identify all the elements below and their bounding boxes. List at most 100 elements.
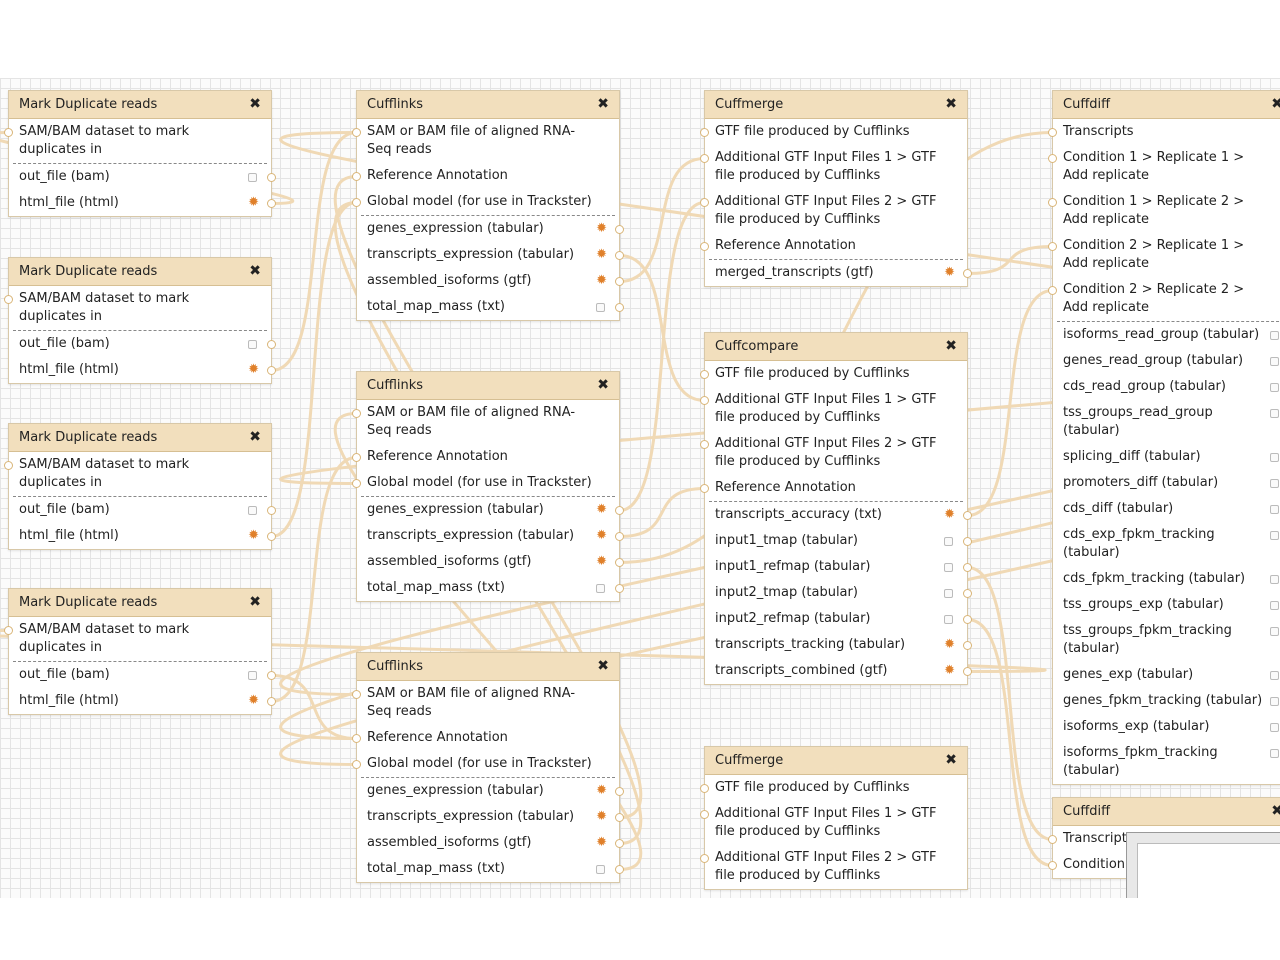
input-terminal-icon[interactable] <box>352 453 361 462</box>
workflow-output-checkbox-icon[interactable] <box>248 173 257 182</box>
input-terminal-icon[interactable] <box>700 198 709 207</box>
output-terminal-icon[interactable] <box>267 532 276 541</box>
workflow-output-checkbox-icon[interactable] <box>944 537 953 546</box>
output-terminal-icon[interactable] <box>963 615 972 624</box>
workflow-output-checkbox-icon[interactable] <box>1270 453 1279 462</box>
close-icon[interactable]: ✖ <box>597 91 609 118</box>
output-terminal-icon[interactable] <box>615 558 624 567</box>
overview-minimap[interactable] <box>1126 832 1280 898</box>
output-terminal-icon[interactable] <box>267 199 276 208</box>
workflow-output-star-icon[interactable]: ✹ <box>944 264 955 282</box>
output-terminal-icon[interactable] <box>963 563 972 572</box>
output-terminal-icon[interactable] <box>267 366 276 375</box>
input-terminal-icon[interactable] <box>1048 154 1057 163</box>
node-header[interactable]: Cuffmerge ✖ <box>705 747 967 775</box>
workflow-output-checkbox-icon[interactable] <box>248 340 257 349</box>
output-terminal-icon[interactable] <box>615 532 624 541</box>
workflow-output-star-icon[interactable]: ✹ <box>248 361 259 379</box>
input-terminal-icon[interactable] <box>1048 128 1057 137</box>
workflow-output-checkbox-icon[interactable] <box>1270 627 1279 636</box>
input-terminal-icon[interactable] <box>700 440 709 449</box>
workflow-output-checkbox-icon[interactable] <box>1270 409 1279 418</box>
workflow-output-star-icon[interactable]: ✹ <box>596 246 607 264</box>
output-terminal-icon[interactable] <box>615 303 624 312</box>
input-terminal-icon[interactable] <box>4 626 13 635</box>
node-cuffmerge[interactable]: Cuffmerge ✖ GTF file produced by Cufflinks… <box>700 90 972 287</box>
close-icon[interactable]: ✖ <box>597 653 609 680</box>
workflow-output-checkbox-icon[interactable] <box>596 584 605 593</box>
workflow-output-star-icon[interactable]: ✹ <box>596 782 607 800</box>
minimap-viewport[interactable] <box>1137 843 1280 898</box>
output-terminal-icon[interactable] <box>267 506 276 515</box>
node-header[interactable]: Cufflinks ✖ <box>357 372 619 400</box>
input-terminal-icon[interactable] <box>352 760 361 769</box>
output-terminal-icon[interactable] <box>267 340 276 349</box>
input-terminal-icon[interactable] <box>700 854 709 863</box>
output-terminal-icon[interactable] <box>267 697 276 706</box>
input-terminal-icon[interactable] <box>700 242 709 251</box>
node-header[interactable]: Cuffmerge ✖ <box>705 91 967 119</box>
workflow-output-checkbox-icon[interactable] <box>248 671 257 680</box>
workflow-output-checkbox-icon[interactable] <box>1270 671 1279 680</box>
output-terminal-icon[interactable] <box>615 506 624 515</box>
workflow-output-checkbox-icon[interactable] <box>1270 601 1279 610</box>
workflow-output-checkbox-icon[interactable] <box>1270 357 1279 366</box>
output-terminal-icon[interactable] <box>615 787 624 796</box>
workflow-output-checkbox-icon[interactable] <box>944 563 953 572</box>
close-icon[interactable]: ✖ <box>1271 91 1280 118</box>
output-terminal-icon[interactable] <box>963 667 972 676</box>
input-terminal-icon[interactable] <box>352 409 361 418</box>
workflow-output-star-icon[interactable]: ✹ <box>944 662 955 680</box>
workflow-output-star-icon[interactable]: ✹ <box>248 692 259 710</box>
workflow-output-star-icon[interactable]: ✹ <box>248 527 259 545</box>
workflow-output-checkbox-icon[interactable] <box>1270 383 1279 392</box>
workflow-output-checkbox-icon[interactable] <box>1270 723 1279 732</box>
workflow-output-checkbox-icon[interactable] <box>944 615 953 624</box>
node-header[interactable]: Cufflinks ✖ <box>357 91 619 119</box>
input-terminal-icon[interactable] <box>352 198 361 207</box>
workflow-output-star-icon[interactable]: ✹ <box>596 272 607 290</box>
workflow-output-star-icon[interactable]: ✹ <box>596 501 607 519</box>
input-terminal-icon[interactable] <box>1048 835 1057 844</box>
output-terminal-icon[interactable] <box>615 865 624 874</box>
workflow-output-star-icon[interactable]: ✹ <box>596 834 607 852</box>
input-terminal-icon[interactable] <box>700 370 709 379</box>
node-mark-duplicate-reads[interactable]: Mark Duplicate reads ✖ SAM/BAM dataset to … <box>4 257 276 384</box>
node-header[interactable]: Mark Duplicate reads ✖ <box>9 91 271 119</box>
close-icon[interactable]: ✖ <box>597 372 609 399</box>
output-terminal-icon[interactable] <box>615 277 624 286</box>
workflow-output-star-icon[interactable]: ✹ <box>944 506 955 524</box>
node-mark-duplicate-reads[interactable]: Mark Duplicate reads ✖ SAM/BAM dataset to … <box>4 423 276 550</box>
output-terminal-icon[interactable] <box>615 225 624 234</box>
output-terminal-icon[interactable] <box>615 251 624 260</box>
node-header[interactable]: Cufflinks ✖ <box>357 653 619 681</box>
workflow-output-star-icon[interactable]: ✹ <box>596 220 607 238</box>
workflow-output-star-icon[interactable]: ✹ <box>596 808 607 826</box>
input-terminal-icon[interactable] <box>700 396 709 405</box>
close-icon[interactable]: ✖ <box>249 424 261 451</box>
output-terminal-icon[interactable] <box>267 173 276 182</box>
output-terminal-icon[interactable] <box>615 584 624 593</box>
workflow-output-star-icon[interactable]: ✹ <box>248 194 259 212</box>
output-terminal-icon[interactable] <box>963 511 972 520</box>
output-terminal-icon[interactable] <box>615 839 624 848</box>
input-terminal-icon[interactable] <box>352 172 361 181</box>
workflow-output-checkbox-icon[interactable] <box>596 865 605 874</box>
workflow-output-checkbox-icon[interactable] <box>1270 531 1279 540</box>
input-terminal-icon[interactable] <box>700 484 709 493</box>
node-header[interactable]: Mark Duplicate reads ✖ <box>9 589 271 617</box>
input-terminal-icon[interactable] <box>700 128 709 137</box>
input-terminal-icon[interactable] <box>4 128 13 137</box>
workflow-output-star-icon[interactable]: ✹ <box>596 553 607 571</box>
input-terminal-icon[interactable] <box>1048 861 1057 870</box>
close-icon[interactable]: ✖ <box>249 91 261 118</box>
close-icon[interactable]: ✖ <box>249 589 261 616</box>
output-terminal-icon[interactable] <box>963 269 972 278</box>
node-cufflinks[interactable]: Cufflinks ✖ SAM or BAM file of aligned RNA… <box>352 652 624 883</box>
input-terminal-icon[interactable] <box>700 154 709 163</box>
close-icon[interactable]: ✖ <box>945 333 957 360</box>
output-terminal-icon[interactable] <box>267 671 276 680</box>
input-terminal-icon[interactable] <box>1048 198 1057 207</box>
node-cuffmerge[interactable]: Cuffmerge ✖ GTF file produced by Cufflinks… <box>700 746 968 890</box>
node-mark-duplicate-reads[interactable]: Mark Duplicate reads ✖ SAM/BAM dataset to … <box>4 588 276 715</box>
